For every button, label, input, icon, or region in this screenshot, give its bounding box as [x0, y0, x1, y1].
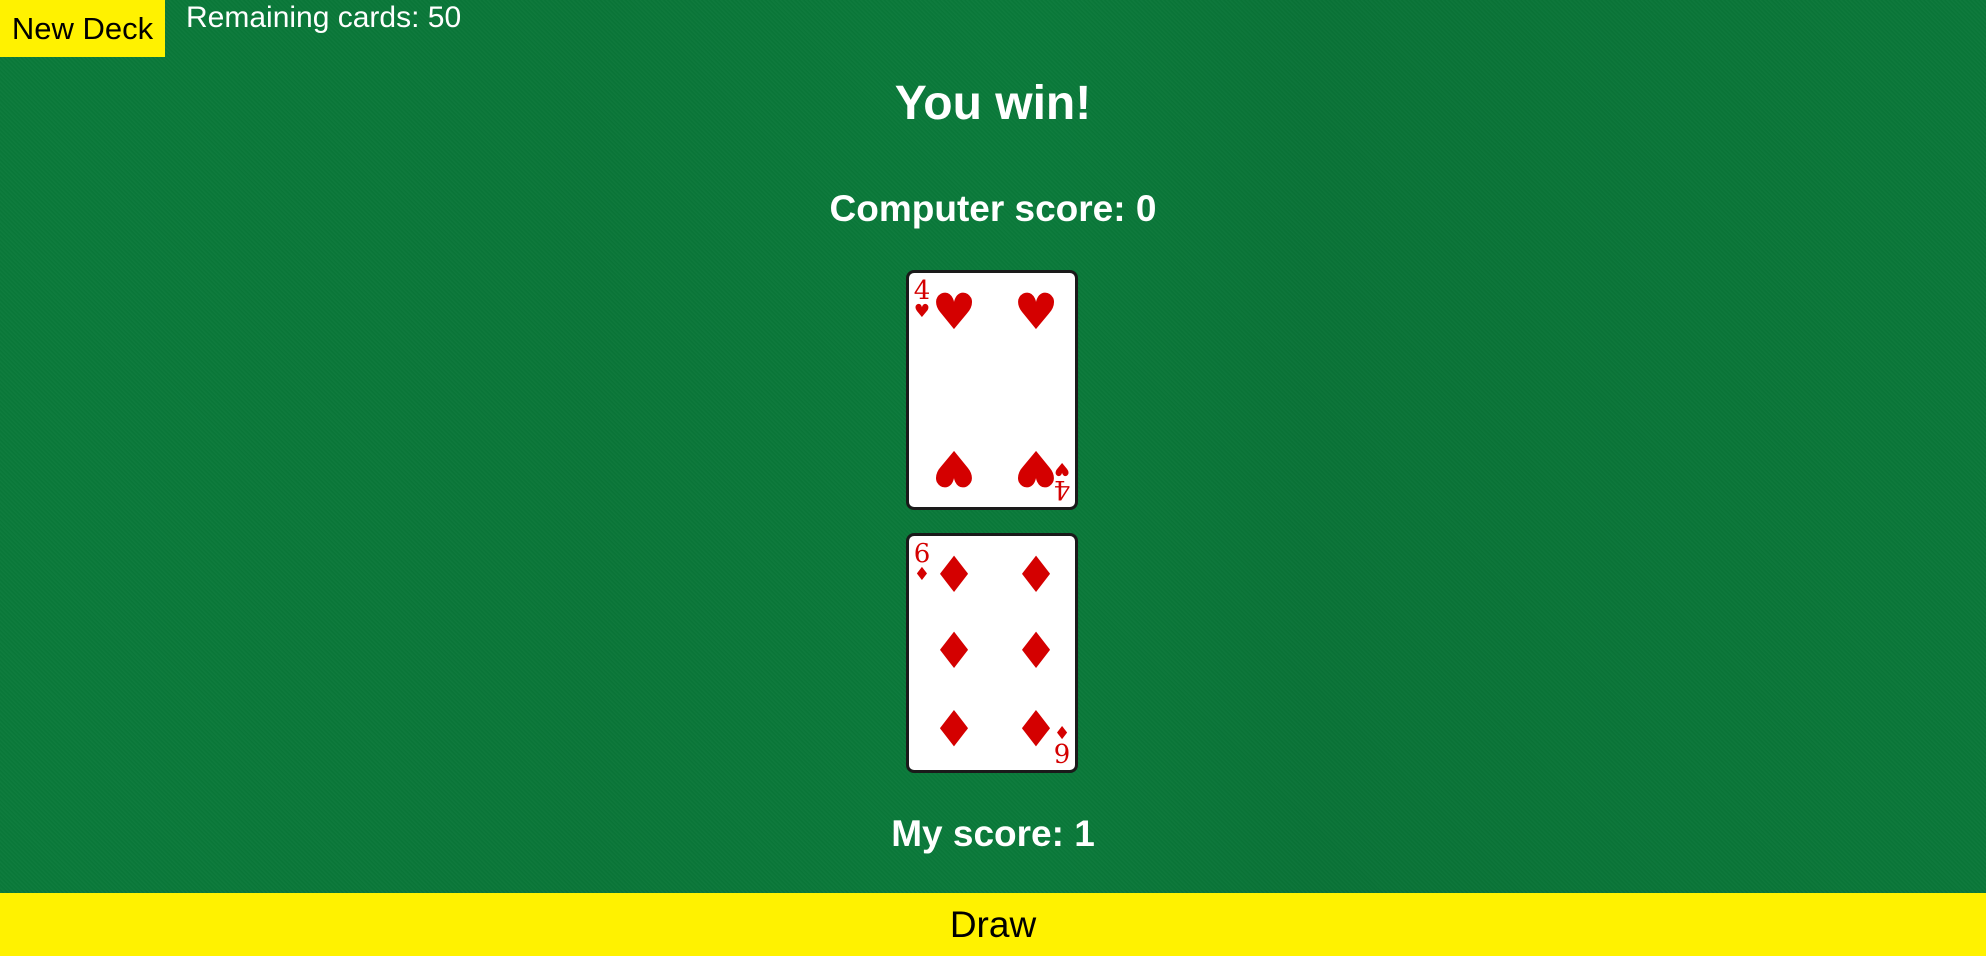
computer-score: Computer score: 0 — [829, 188, 1157, 229]
diamond-icon: ♦ — [1013, 622, 1059, 680]
new-deck-button[interactable]: New Deck — [0, 0, 165, 57]
diamond-icon: ♦ — [931, 546, 977, 604]
diamond-icon: ♦ — [931, 698, 977, 756]
remaining-cards-counter: Remaining cards: 50 — [186, 1, 462, 34]
diamond-icon: ♦ — [1013, 546, 1059, 604]
card-corner-bottom-right: 4 ♥ — [1051, 458, 1073, 504]
heart-icon: ♥ — [1053, 458, 1071, 479]
diamond-icon: ♦ — [1053, 721, 1071, 742]
card-rank: 6 — [1053, 737, 1071, 767]
heart-icon: ♥ — [931, 283, 977, 341]
player-score: My score: 1 — [891, 813, 1095, 854]
computer-card: 4 ♥ ♥ ♥ ♥ ♥ 4 ♥ — [906, 270, 1078, 510]
game-result-message: You win! — [894, 77, 1092, 130]
heart-icon: ♥ — [1013, 283, 1059, 341]
player-card: 6 ♦ ♦ ♦ ♦ ♦ ♦ ♦ 6 ♦ — [906, 533, 1078, 773]
draw-button[interactable]: Draw — [0, 893, 1986, 956]
heart-icon: ♥ — [931, 439, 977, 497]
card-rank: 4 — [1053, 474, 1071, 504]
diamond-icon: ♦ — [931, 622, 977, 680]
card-corner-bottom-right: 6 ♦ — [1051, 721, 1073, 767]
